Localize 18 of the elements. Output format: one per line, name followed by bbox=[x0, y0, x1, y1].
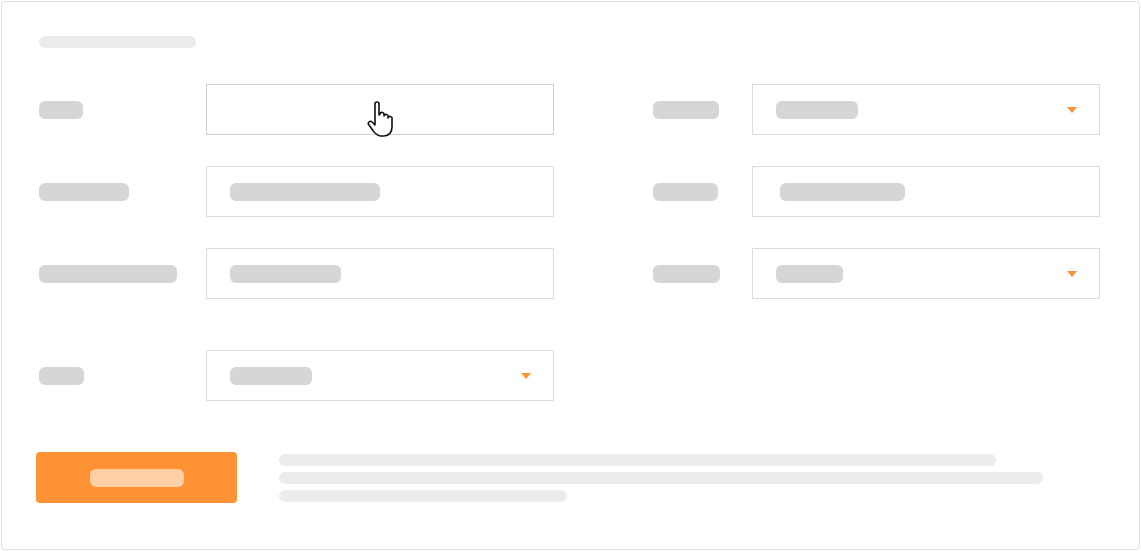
input-field[interactable] bbox=[206, 248, 554, 299]
label-placeholder bbox=[39, 100, 83, 119]
caret-icon bbox=[1067, 270, 1077, 277]
caret-icon bbox=[1067, 106, 1077, 113]
input-field[interactable] bbox=[206, 166, 554, 217]
label-placeholder bbox=[653, 182, 718, 201]
label-placeholder bbox=[653, 264, 720, 283]
submit-button[interactable] bbox=[36, 452, 237, 503]
hand-pointer-icon bbox=[367, 101, 395, 137]
caret-icon bbox=[521, 372, 531, 379]
dropdown-field[interactable] bbox=[206, 350, 554, 401]
label-placeholder bbox=[653, 100, 719, 119]
input-field[interactable] bbox=[752, 166, 1100, 217]
label-placeholder bbox=[39, 366, 84, 385]
dropdown-field[interactable] bbox=[752, 248, 1100, 299]
value-placeholder bbox=[776, 264, 843, 283]
input-field[interactable] bbox=[206, 84, 554, 135]
dropdown-field[interactable] bbox=[752, 84, 1100, 135]
